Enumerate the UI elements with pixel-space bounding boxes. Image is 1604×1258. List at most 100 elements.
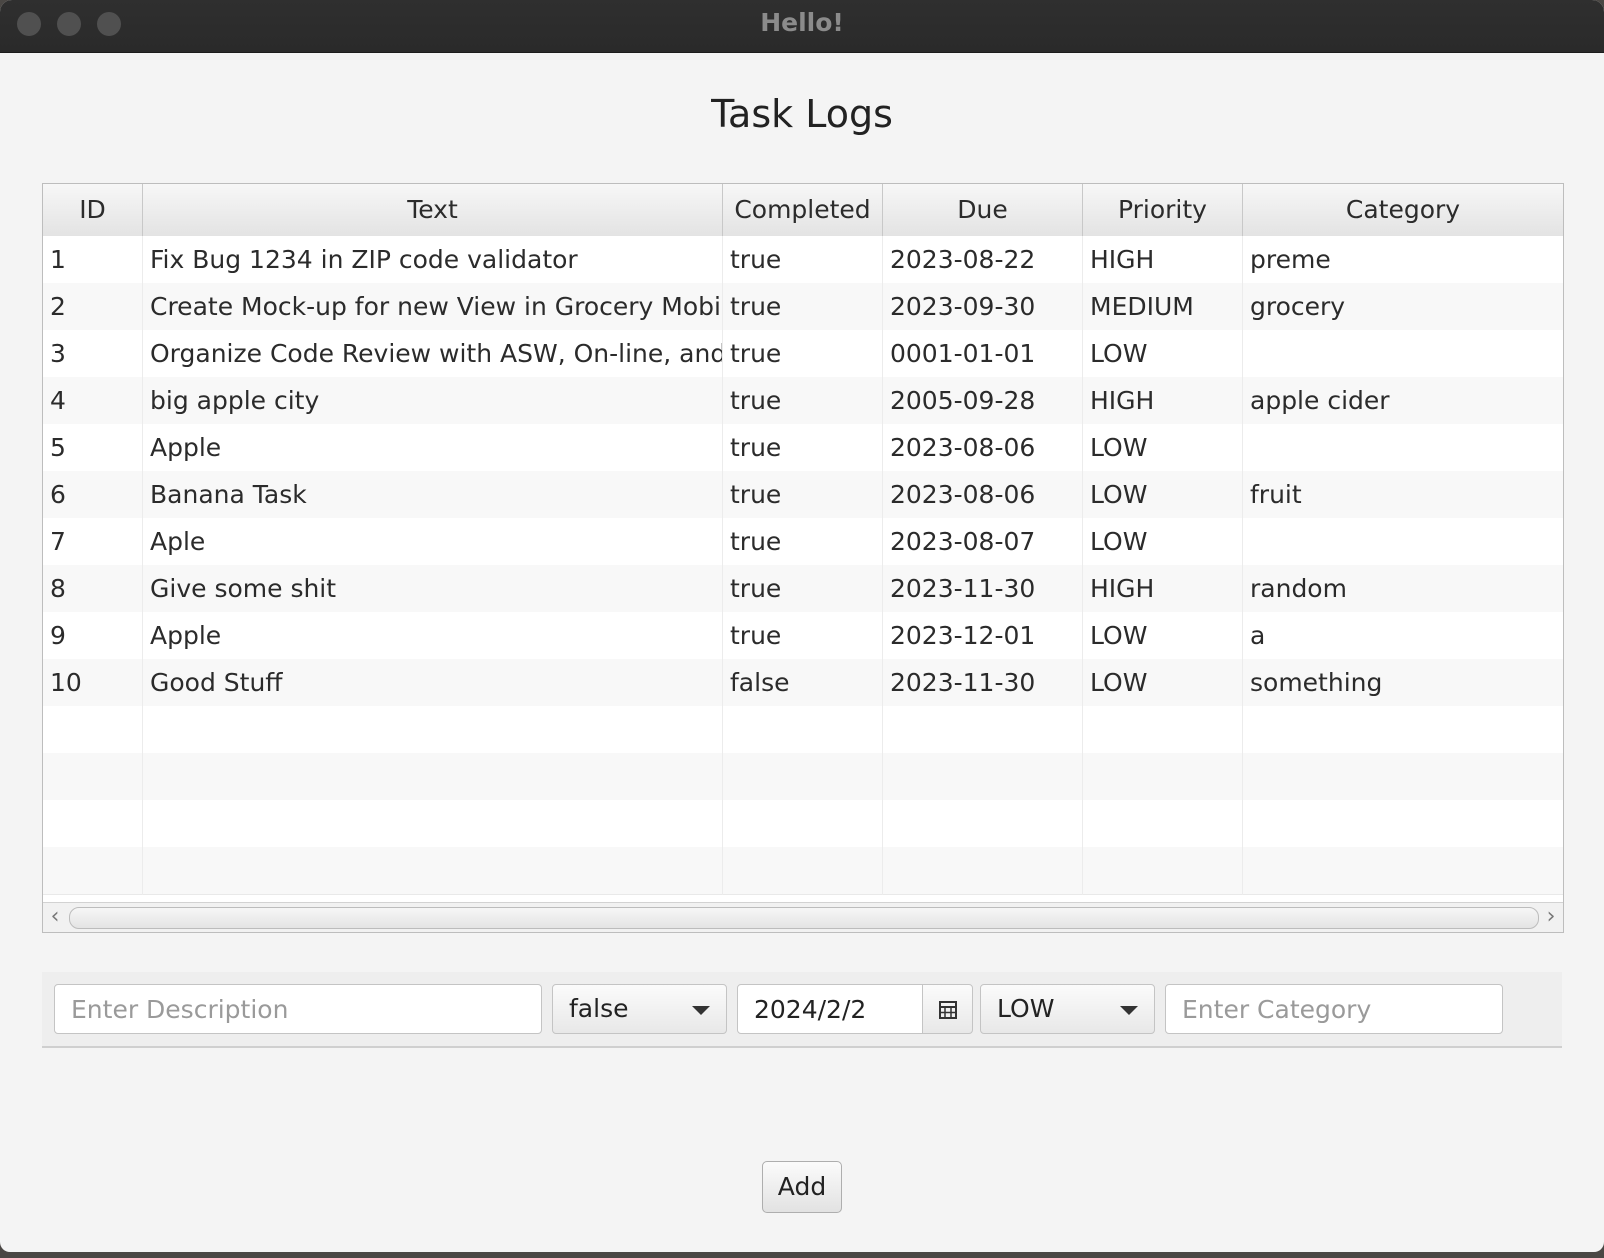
column-header-completed[interactable]: Completed bbox=[723, 184, 883, 236]
cell-text: Apple bbox=[143, 612, 723, 660]
cell-text bbox=[143, 753, 723, 801]
cell-text: Banana Task bbox=[143, 471, 723, 519]
title-bar: Hello! bbox=[0, 0, 1604, 53]
table-row[interactable]: 1 Fix Bug 1234 in ZIP code validator true 2… bbox=[43, 236, 1563, 284]
cell-priority: LOW bbox=[1083, 330, 1243, 378]
cell-completed: true bbox=[723, 424, 883, 472]
cell-text: Good Stuff bbox=[143, 659, 723, 707]
cell-id bbox=[43, 847, 143, 895]
cell-due bbox=[883, 753, 1083, 801]
cell-category bbox=[1243, 847, 1563, 895]
calendar-icon bbox=[939, 1001, 957, 1019]
cell-category: a bbox=[1250, 621, 1266, 650]
cell-id: 7 bbox=[43, 518, 143, 566]
cell-id: 1 bbox=[43, 236, 143, 284]
table-row[interactable]: 9 Apple true 2023-12-01 LOW a bbox=[43, 612, 1563, 660]
column-header-priority[interactable]: Priority bbox=[1083, 184, 1243, 236]
cell-priority: LOW bbox=[1083, 612, 1243, 660]
cell-id: 9 bbox=[43, 612, 143, 660]
cell-completed bbox=[723, 706, 883, 754]
cell-id: 3 bbox=[43, 330, 143, 378]
cell-completed bbox=[723, 753, 883, 801]
column-header-id[interactable]: ID bbox=[43, 184, 143, 236]
cell-category: something bbox=[1250, 668, 1383, 697]
empty-table-row[interactable] bbox=[43, 847, 1563, 895]
cell-due: 2005-09-28 bbox=[883, 377, 1083, 425]
cell-due: 2023-09-30 bbox=[883, 283, 1083, 331]
description-input[interactable] bbox=[54, 984, 542, 1034]
app-window: Hello! Task Logs ID Text Completed Due P… bbox=[0, 0, 1604, 1252]
cell-due bbox=[883, 847, 1083, 895]
cell-category: fruit bbox=[1250, 480, 1302, 509]
chevron-down-icon bbox=[1120, 1006, 1138, 1015]
horizontal-scrollbar[interactable]: ‹ › bbox=[43, 902, 1563, 932]
chevron-right-icon[interactable]: › bbox=[1539, 903, 1563, 932]
cell-text bbox=[143, 847, 723, 895]
cell-priority: MEDIUM bbox=[1083, 283, 1243, 331]
completed-select-value: false bbox=[569, 994, 629, 1023]
cell-id: 6 bbox=[43, 471, 143, 519]
cell-due: 2023-11-30 bbox=[883, 565, 1083, 613]
cell-category: apple cider bbox=[1250, 386, 1390, 415]
cell-priority bbox=[1083, 800, 1243, 848]
add-button[interactable]: Add bbox=[762, 1161, 842, 1213]
chevron-left-icon[interactable]: ‹ bbox=[43, 903, 67, 932]
cell-priority: LOW bbox=[1083, 518, 1243, 566]
cell-due: 2023-08-06 bbox=[883, 424, 1083, 472]
table-row[interactable]: 8 Give some shit true 2023-11-30 HIGH random bbox=[43, 565, 1563, 613]
scrollbar-thumb[interactable] bbox=[69, 907, 1539, 929]
task-table: ID Text Completed Due Priority Category … bbox=[42, 183, 1564, 933]
cell-priority: LOW bbox=[1083, 659, 1243, 707]
cell-due: 2023-08-06 bbox=[883, 471, 1083, 519]
table-row[interactable]: 4 big apple city true 2005-09-28 HIGH apple c… bbox=[43, 377, 1563, 425]
completed-select[interactable]: false bbox=[552, 984, 727, 1034]
cell-text: Create Mock-up for new View in Grocery M… bbox=[143, 283, 723, 331]
cell-priority: HIGH bbox=[1083, 377, 1243, 425]
table-row[interactable]: 6 Banana Task true 2023-08-06 LOW fruit bbox=[43, 471, 1563, 519]
cell-category bbox=[1243, 800, 1563, 848]
column-header-due[interactable]: Due bbox=[883, 184, 1083, 236]
cell-completed: true bbox=[723, 236, 883, 284]
cell-id bbox=[43, 706, 143, 754]
cell-category: grocery bbox=[1250, 292, 1346, 321]
cell-text: Apple bbox=[143, 424, 723, 472]
cell-completed: true bbox=[723, 471, 883, 519]
category-input[interactable] bbox=[1165, 984, 1503, 1034]
empty-table-row[interactable] bbox=[43, 706, 1563, 754]
cell-due: 2023-08-07 bbox=[883, 518, 1083, 566]
cell-id bbox=[43, 800, 143, 848]
add-task-form: false LOW bbox=[42, 972, 1562, 1048]
empty-table-row[interactable] bbox=[43, 800, 1563, 848]
column-header-category[interactable]: Category bbox=[1243, 184, 1563, 236]
table-row[interactable]: 2 Create Mock-up for new View in Grocery … bbox=[43, 283, 1563, 331]
column-header-text[interactable]: Text bbox=[143, 184, 723, 236]
table-row[interactable]: 3 Organize Code Review with ASW, On-line,… bbox=[43, 330, 1563, 378]
cell-category bbox=[1243, 330, 1563, 378]
cell-completed: true bbox=[723, 612, 883, 660]
cell-id: 8 bbox=[43, 565, 143, 613]
cell-completed bbox=[723, 847, 883, 895]
cell-id: 5 bbox=[43, 424, 143, 472]
priority-select-value: LOW bbox=[997, 994, 1055, 1023]
table-row[interactable]: 10 Good Stuff false 2023-11-30 LOW something bbox=[43, 659, 1563, 707]
cell-completed: true bbox=[723, 283, 883, 331]
cell-priority: LOW bbox=[1083, 471, 1243, 519]
cell-due bbox=[883, 800, 1083, 848]
table-row[interactable]: 7 Aple true 2023-08-07 LOW bbox=[43, 518, 1563, 566]
priority-select[interactable]: LOW bbox=[980, 984, 1155, 1034]
cell-completed: true bbox=[723, 377, 883, 425]
cell-text: Fix Bug 1234 in ZIP code validator bbox=[143, 236, 723, 284]
cell-completed: true bbox=[723, 330, 883, 378]
cell-text: big apple city bbox=[143, 377, 723, 425]
window-title: Hello! bbox=[760, 8, 844, 37]
empty-table-row[interactable] bbox=[43, 753, 1563, 801]
due-date-input[interactable] bbox=[737, 984, 943, 1034]
cell-text bbox=[143, 800, 723, 848]
page-title: Task Logs bbox=[711, 92, 893, 136]
cell-text: Give some shit bbox=[143, 565, 723, 613]
cell-due: 0001-01-01 bbox=[883, 330, 1083, 378]
cell-category bbox=[1243, 424, 1563, 472]
date-picker-button[interactable] bbox=[922, 984, 973, 1034]
cell-priority bbox=[1083, 847, 1243, 895]
table-row[interactable]: 5 Apple true 2023-08-06 LOW bbox=[43, 424, 1563, 472]
